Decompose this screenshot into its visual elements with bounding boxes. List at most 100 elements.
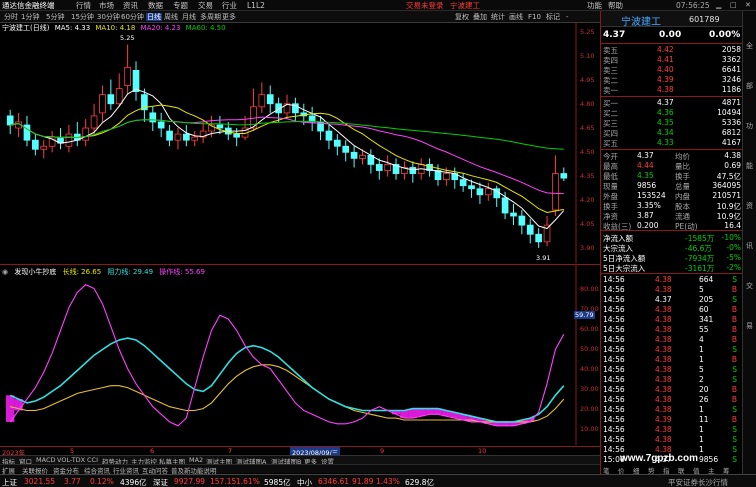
- kline-chart[interactable]: [0, 23, 600, 263]
- trade-tick-row[interactable]: 14:56 4.37 205 S: [601, 295, 743, 305]
- trade-login-status[interactable]: 交易未登录: [406, 1, 444, 10]
- menu-topic[interactable]: 专题: [173, 1, 188, 10]
- ask-row[interactable]: 卖一 4.38 1186: [601, 85, 743, 95]
- quote-panel-header: 宁波建工 601789: [601, 11, 743, 28]
- menu-function[interactable]: 功能: [587, 1, 602, 10]
- period-1min[interactable]: 1分钟: [21, 13, 39, 21]
- trade-tick-row[interactable]: 14:56 4.38 341 B: [601, 315, 743, 325]
- stat-row[interactable]: 最高 4.44 量比 0.69: [601, 161, 743, 171]
- sz-label[interactable]: 深证: [153, 477, 168, 487]
- flow-row[interactable]: 5日净流入额 -7934万 -5%: [601, 253, 743, 263]
- stat-row[interactable]: 现量 9856 总量 364095: [601, 181, 743, 191]
- tool-minus[interactable]: -: [566, 13, 569, 21]
- sidebar-tab[interactable]: 功: [746, 121, 753, 131]
- sidebar-tab[interactable]: 资: [746, 201, 753, 211]
- ask-row[interactable]: 卖二 4.39 3246: [601, 75, 743, 85]
- stat-value: 4.35: [637, 171, 654, 180]
- menu-help[interactable]: 帮助: [608, 1, 623, 10]
- sidebar-tab[interactable]: 易: [746, 321, 753, 331]
- zx-label[interactable]: 中小: [297, 477, 312, 487]
- indicator-name[interactable]: 发现小牛抄底: [14, 268, 56, 276]
- candle-body: [99, 94, 106, 114]
- maximize-icon[interactable]: □: [730, 1, 737, 9]
- bid-row[interactable]: 买五 4.33 4167: [601, 138, 743, 148]
- stat-row[interactable]: 收益(三) 0.200 PE(动) 16.4: [601, 221, 743, 231]
- tool-draw[interactable]: 画线: [509, 13, 523, 21]
- candle-body: [518, 215, 526, 226]
- stat-row[interactable]: 净资 3.87 流通 10.9亿: [601, 211, 743, 221]
- period-monthly[interactable]: 月线: [182, 13, 196, 21]
- period-30min[interactable]: 30分钟: [97, 13, 120, 21]
- trade-tick-row[interactable]: 14:56 4.39 11 B: [601, 415, 743, 425]
- minimize-icon[interactable]: ▁: [716, 1, 721, 9]
- indicator-settings-icon[interactable]: ◉: [2, 268, 8, 276]
- stat-row[interactable]: 外盘 153524 内盘 210571: [601, 191, 743, 201]
- bid-row[interactable]: 买三 4.35 5336: [601, 118, 743, 128]
- trade-tick-row[interactable]: 14:56 4.38 1 S: [601, 345, 743, 355]
- trade-tick-row[interactable]: 14:56 4.38 20 B: [601, 385, 743, 395]
- trade-tick-row[interactable]: 14:56 4.38 1 B: [601, 355, 743, 365]
- app-name: 通达信金融终端: [2, 1, 55, 10]
- sidebar-tab[interactable]: 能: [746, 161, 753, 171]
- stat-row[interactable]: 今开 4.37 均价 4.38: [601, 151, 743, 161]
- close-icon[interactable]: ✕: [745, 1, 751, 9]
- tool-stats[interactable]: 统计: [491, 13, 505, 21]
- tool-mark[interactable]: 标记: [546, 13, 560, 21]
- period-daily[interactable]: 日线: [146, 13, 162, 21]
- period-multi[interactable]: 多周期: [200, 13, 221, 21]
- sidebar-tab[interactable]: 讯: [746, 241, 753, 251]
- menu-data[interactable]: 数据: [148, 1, 163, 10]
- sidebar-tab[interactable]: 交: [746, 281, 753, 291]
- series-line-长线: [10, 364, 565, 423]
- trade-tick-row[interactable]: 14:56 4.38 60 B: [601, 305, 743, 315]
- menu-trade[interactable]: 交易: [198, 1, 213, 10]
- tab-macd[interactable]: MACD: [36, 456, 55, 464]
- tool-overlay[interactable]: 叠加: [473, 13, 487, 21]
- stat-row[interactable]: 换手 3.35% 股本 10.9亿: [601, 201, 743, 211]
- menu-quote[interactable]: 行情: [76, 1, 91, 10]
- trade-tick-row[interactable]: 14:56 4.38 5 S: [601, 365, 743, 375]
- trade-tick-row[interactable]: 14:56 4.38 26 B: [601, 395, 743, 405]
- menu-news[interactable]: 资讯: [123, 1, 138, 10]
- trade-tick-row[interactable]: 14:56 4.38 1 S: [601, 435, 743, 445]
- tick-volume: 5: [699, 285, 704, 294]
- flow-row[interactable]: 大宗流入 -46.6万 -0%: [601, 243, 743, 253]
- bid-row[interactable]: 买四 4.34 6812: [601, 128, 743, 138]
- trade-tick-row[interactable]: 14:56 4.38 1 S: [601, 425, 743, 435]
- period-weekly[interactable]: 周线: [164, 13, 178, 21]
- bid-row[interactable]: 买一 4.37 4871: [601, 98, 743, 108]
- period-5min[interactable]: 5分钟: [46, 13, 64, 21]
- ask-row[interactable]: 卖四 4.41 3362: [601, 55, 743, 65]
- period-intraday[interactable]: 分时: [4, 13, 18, 21]
- period-60min[interactable]: 60分钟: [121, 13, 144, 21]
- trade-tick-row[interactable]: 14:56 4.38 4 B: [601, 335, 743, 345]
- ask-row[interactable]: 卖五 4.42 2058: [601, 45, 743, 55]
- tab-vol-tdx[interactable]: VOL-TDX: [57, 456, 85, 464]
- tool-restore-rights[interactable]: 复权: [455, 13, 469, 21]
- flow-row[interactable]: 净流入额 -1585万 -10%: [601, 233, 743, 243]
- sidebar-tab[interactable]: 全: [746, 41, 753, 51]
- stat-row[interactable]: 最低 4.35 换手 47.5亿: [601, 171, 743, 181]
- period-more[interactable]: 更多: [222, 13, 236, 21]
- indicator-chart[interactable]: [0, 265, 600, 445]
- tab-ma2[interactable]: MA2: [189, 456, 203, 464]
- trade-tick-row[interactable]: 14:56 4.38 5 B: [601, 285, 743, 295]
- flow-row[interactable]: 5日大宗流入 -3161万 -2%: [601, 263, 743, 273]
- menu-market[interactable]: 市场: [99, 1, 114, 10]
- tool-f10[interactable]: F10: [528, 13, 541, 21]
- ma10-value: MA10: 4.18: [95, 24, 136, 32]
- sh-label[interactable]: 上证: [2, 477, 17, 487]
- trade-tick-row[interactable]: 14:56 4.38 664 S: [601, 275, 743, 285]
- sidebar-tab[interactable]: 部: [746, 81, 753, 91]
- ask-row[interactable]: 卖三 4.40 6641: [601, 65, 743, 75]
- bid-row[interactable]: 买二 4.36 10494: [601, 108, 743, 118]
- tick-volume: 5: [699, 365, 704, 374]
- menu-l1l2[interactable]: L1L2: [247, 1, 265, 10]
- trade-tick-row[interactable]: 14:56 4.38 2 S: [601, 375, 743, 385]
- period-15min[interactable]: 15分钟: [71, 13, 94, 21]
- menu-industry[interactable]: 行业: [222, 1, 237, 10]
- tab-cci[interactable]: CCI: [87, 456, 98, 464]
- trade-tick-row[interactable]: 14:56 4.38 1 S: [601, 405, 743, 415]
- candle-body: [183, 133, 190, 141]
- trade-tick-row[interactable]: 14:56 4.38 55 B: [601, 325, 743, 335]
